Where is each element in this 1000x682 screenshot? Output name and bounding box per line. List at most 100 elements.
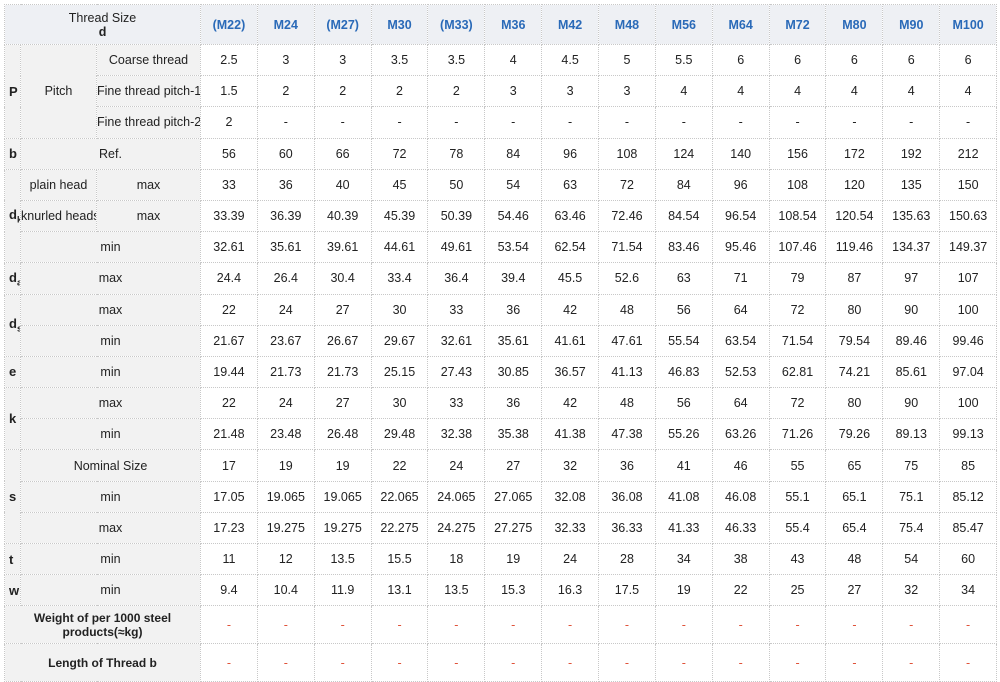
cell-b_ref-3: 72 [370, 137, 429, 170]
cell-dk_plain_max-10: 108 [768, 168, 827, 201]
cell-t_min-2: 13.5 [313, 542, 372, 576]
ds-symbol-sub: s [17, 324, 20, 334]
cell-dk_plain_max-6: 63 [541, 168, 600, 201]
cell-fine2-13: - [939, 106, 998, 139]
cell-k_max-7: 48 [598, 387, 656, 420]
cell-dk_min-2: 39.61 [313, 231, 372, 264]
dk-symbol-main: d [9, 207, 17, 223]
cell-s_min-0: 17.05 [200, 480, 258, 513]
cell-da_max-9: 71 [711, 262, 770, 295]
cell-b_ref-9: 140 [711, 137, 770, 170]
cell-e_min-4: 27.43 [427, 355, 486, 389]
cell-ds_max-0: 22 [200, 293, 258, 326]
cell-length-2: - [313, 643, 372, 682]
cell-fine1-8: 4 [654, 75, 713, 108]
cell-k_max-10: 72 [768, 387, 827, 420]
cell-b_ref-2: 66 [313, 137, 372, 170]
cell-dk_min-9: 95.46 [711, 231, 770, 264]
t-min-label: min [19, 542, 202, 576]
cell-weight-12: - [882, 605, 941, 645]
cell-dk_plain_max-9: 96 [711, 168, 770, 201]
cell-length-1: - [256, 643, 315, 682]
cell-ds_min-2: 26.67 [313, 324, 372, 357]
cell-b_ref-7: 108 [598, 137, 656, 170]
cell-s_max-10: 55.4 [768, 511, 827, 545]
da-symbol: da [4, 262, 21, 295]
cell-length-8: - [654, 643, 713, 682]
cell-length-10: - [768, 643, 827, 682]
row-length: Length of Thread b-------------- [3, 643, 998, 682]
cell-length-4: - [427, 643, 486, 682]
cell-t_min-7: 28 [598, 542, 656, 576]
cell-weight-7: - [598, 605, 656, 645]
cell-w_min-1: 10.4 [256, 574, 315, 607]
cell-fine1-7: 3 [598, 75, 656, 108]
cell-ds_max-2: 27 [313, 293, 372, 326]
cell-da_max-2: 30.4 [313, 262, 372, 295]
cell-ds_min-0: 21.67 [200, 324, 258, 357]
cell-dk_min-6: 62.54 [541, 231, 600, 264]
cell-e_min-7: 41.13 [598, 355, 656, 389]
cell-coarse-8: 5.5 [654, 43, 713, 77]
cell-k_max-3: 30 [370, 387, 429, 420]
w-symbol: w [4, 574, 21, 607]
cell-dk_plain_max-12: 135 [882, 168, 941, 201]
row-ds_min: min 21.67 23.67 26.67 29.67 32.61 35.61 41.61 47… [5, 324, 998, 357]
cell-s_nominal-6: 32 [541, 449, 600, 482]
cell-s_max-9: 46.33 [711, 511, 770, 545]
cell-ds_min-13: 99.46 [939, 324, 998, 357]
cell-ds_max-5: 36 [484, 293, 543, 326]
cell-s_min-3: 22.065 [370, 480, 429, 513]
cell-coarse-5: 4 [484, 43, 543, 77]
cell-b_ref-4: 78 [427, 137, 486, 170]
cell-ds_min-6: 41.61 [541, 324, 600, 357]
cell-e_min-3: 25.15 [370, 355, 429, 389]
cell-e_min-13: 97.04 [939, 355, 998, 389]
cell-t_min-0: 11 [200, 542, 258, 576]
row-s_max: max 17.23 19.275 19.275 22.275 24.275 27.275 32… [5, 511, 998, 545]
cell-k_min-7: 47.38 [598, 418, 656, 451]
cell-weight-2: - [313, 605, 372, 645]
cell-fine1-3: 2 [370, 75, 429, 108]
row-t_min: t min 11 12 13.5 15.5 18 19 24 28 34 38 43 48 54 60 [4, 542, 998, 576]
row-fine2: Fine thread pitch-2 2- - - - - - - - - - - - - [5, 106, 998, 139]
fine-pitch-2-label: Fine thread pitch-2 [95, 106, 202, 139]
cell-k_max-11: 80 [825, 387, 884, 420]
cell-w_min-12: 32 [882, 574, 941, 607]
k-min-label: min [19, 418, 202, 451]
cell-s_nominal-12: 75 [882, 449, 941, 482]
cell-ds_min-7: 47.61 [598, 324, 656, 357]
cell-k_max-5: 36 [484, 387, 543, 420]
t-symbol: t [4, 542, 21, 576]
cell-coarse-10: 6 [768, 43, 827, 77]
cell-s_max-8: 41.33 [654, 511, 713, 545]
size-header-7: M48 [598, 4, 656, 45]
cell-t_min-6: 24 [541, 542, 600, 576]
fine-pitch-1-label: Fine thread pitch-1 [95, 75, 202, 108]
cell-e_min-2: 21.73 [313, 355, 372, 389]
cell-t_min-9: 38 [711, 542, 770, 576]
cell-b_ref-8: 124 [654, 137, 713, 170]
cell-s_max-12: 75.4 [882, 511, 941, 545]
cell-fine2-1: - [256, 106, 315, 139]
cell-e_min-11: 74.21 [825, 355, 884, 389]
cell-k_max-4: 33 [427, 387, 486, 420]
cell-k_min-4: 32.38 [427, 418, 486, 451]
cell-da_max-1: 26.4 [256, 262, 315, 295]
cell-b_ref-1: 60 [256, 137, 315, 170]
cell-da_max-13: 107 [939, 262, 998, 295]
e-min-label: min [19, 355, 202, 389]
ds-symbol-main: d [9, 316, 17, 332]
cell-coarse-12: 6 [882, 43, 941, 77]
cell-s_max-1: 19.275 [256, 511, 315, 545]
cell-length-0: - [200, 643, 258, 682]
cell-fine2-6: - [541, 106, 600, 139]
cell-k_max-0: 22 [200, 387, 258, 420]
thread-size-label: Thread Size [68, 10, 137, 25]
weight-label: Weight of per 1000 steel products(≈kg) [3, 605, 202, 645]
cell-s_nominal-2: 19 [313, 449, 372, 482]
cell-k_max-12: 90 [882, 387, 941, 420]
ds-symbol: ds [4, 293, 21, 357]
cell-k_min-1: 23.48 [256, 418, 315, 451]
cell-weight-13: - [939, 605, 998, 645]
